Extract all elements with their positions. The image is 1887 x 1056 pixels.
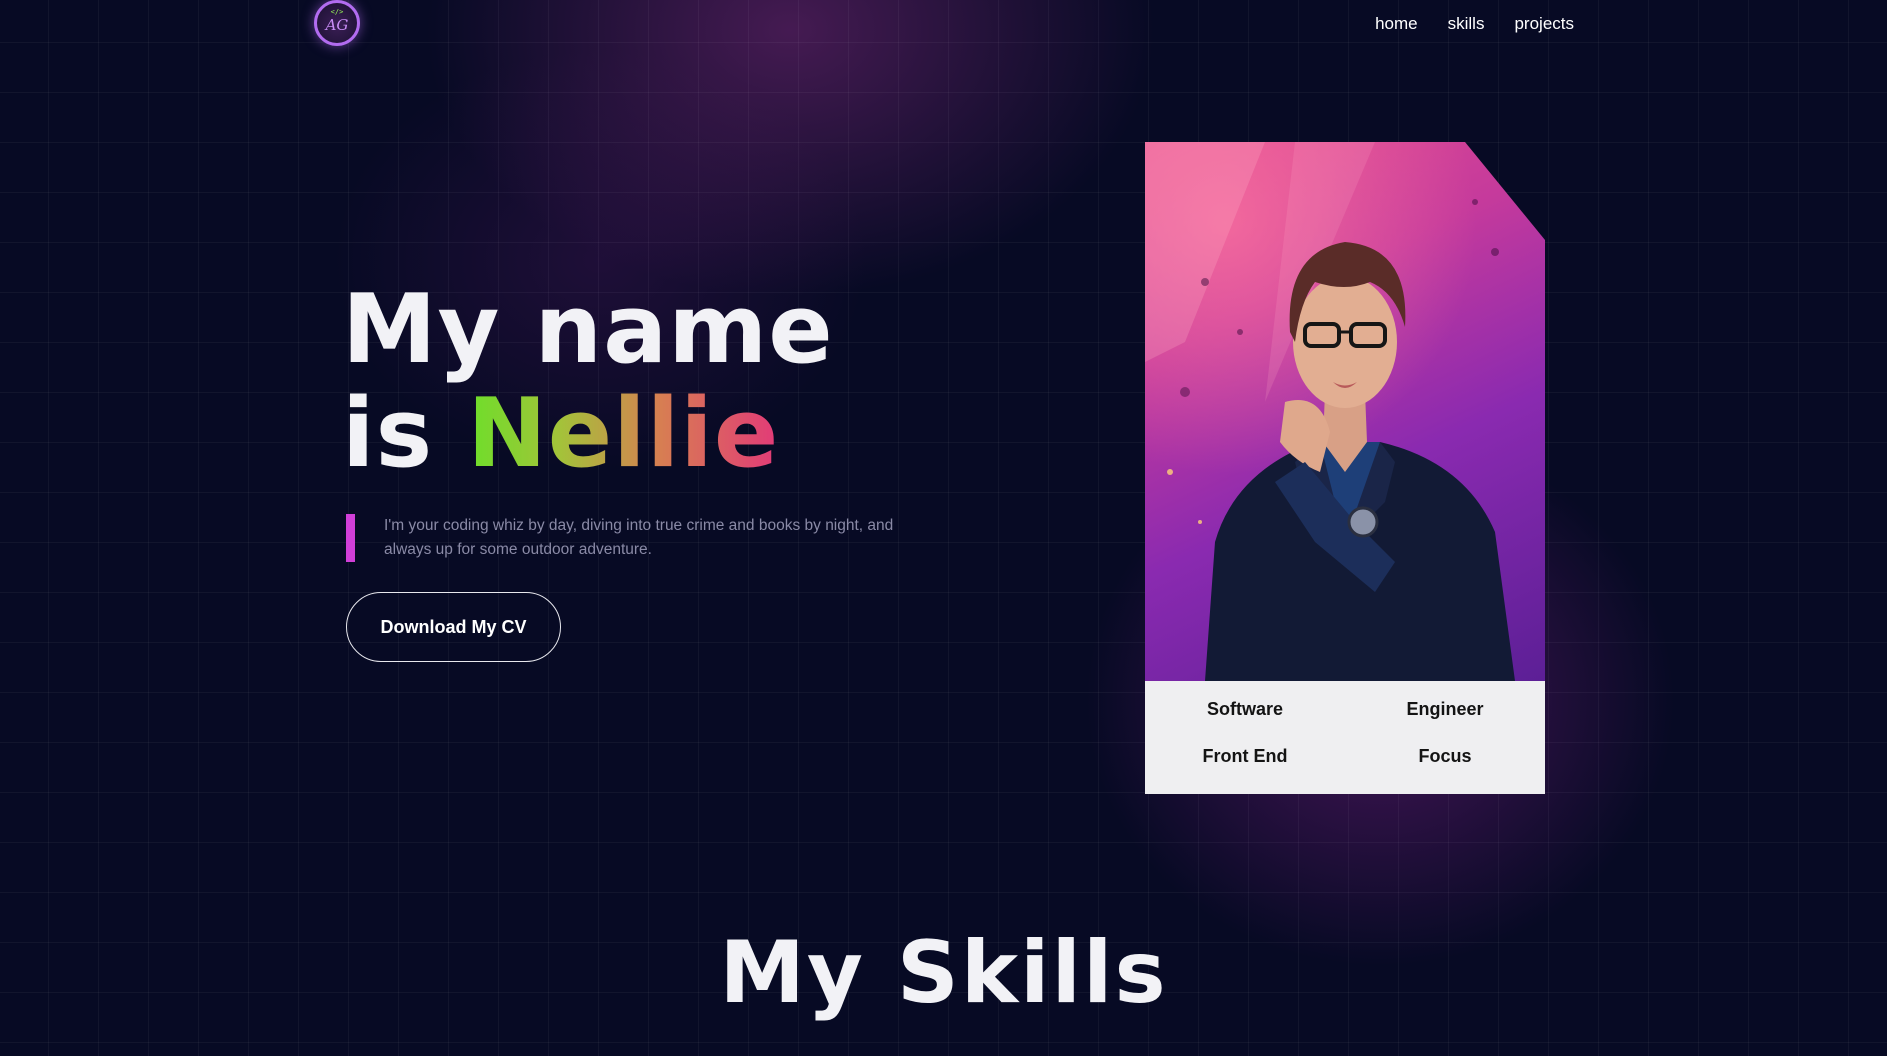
tagline-accent-bar [346, 514, 355, 562]
main-nav: home skills projects [1375, 14, 1574, 34]
card-info-role-1: Software [1206, 699, 1284, 719]
portrait-image [1145, 142, 1545, 681]
hero-title: My name is Nellie [342, 278, 834, 486]
hero-title-prefix: is [342, 379, 468, 489]
card-info-focus-1: Front End [1202, 746, 1288, 766]
card-info: Software Engineer Front End Focus [1145, 681, 1545, 794]
logo[interactable]: </> AG [314, 0, 360, 46]
card-info-role-2: Engineer [1406, 699, 1484, 719]
hero-name: Nellie [467, 379, 780, 489]
nav-link-home[interactable]: home [1375, 14, 1418, 34]
tagline-text: I'm your coding whiz by day, diving into… [384, 517, 894, 558]
logo-initials: AG [325, 16, 349, 34]
portrait-illustration [1145, 142, 1515, 681]
card-info-focus-2: Focus [1418, 746, 1472, 766]
download-cv-button[interactable]: Download My CV [346, 592, 561, 662]
skills-section-title: My Skills [719, 923, 1168, 1023]
nav-link-projects[interactable]: projects [1514, 14, 1574, 34]
site-header: </> AG home skills projects [314, 0, 1578, 46]
hero-title-line-2: is Nellie [342, 382, 834, 486]
page: </> AG home skills projects My name is N… [0, 0, 1887, 1056]
code-icon: </> [330, 8, 344, 16]
tagline: I'm your coding whiz by day, diving into… [346, 514, 926, 562]
background-grid [0, 0, 1887, 1056]
profile-card: Software Engineer Front End Focus [1145, 142, 1545, 794]
nav-link-skills[interactable]: skills [1448, 14, 1485, 34]
hero-title-line-1: My name [342, 275, 834, 385]
